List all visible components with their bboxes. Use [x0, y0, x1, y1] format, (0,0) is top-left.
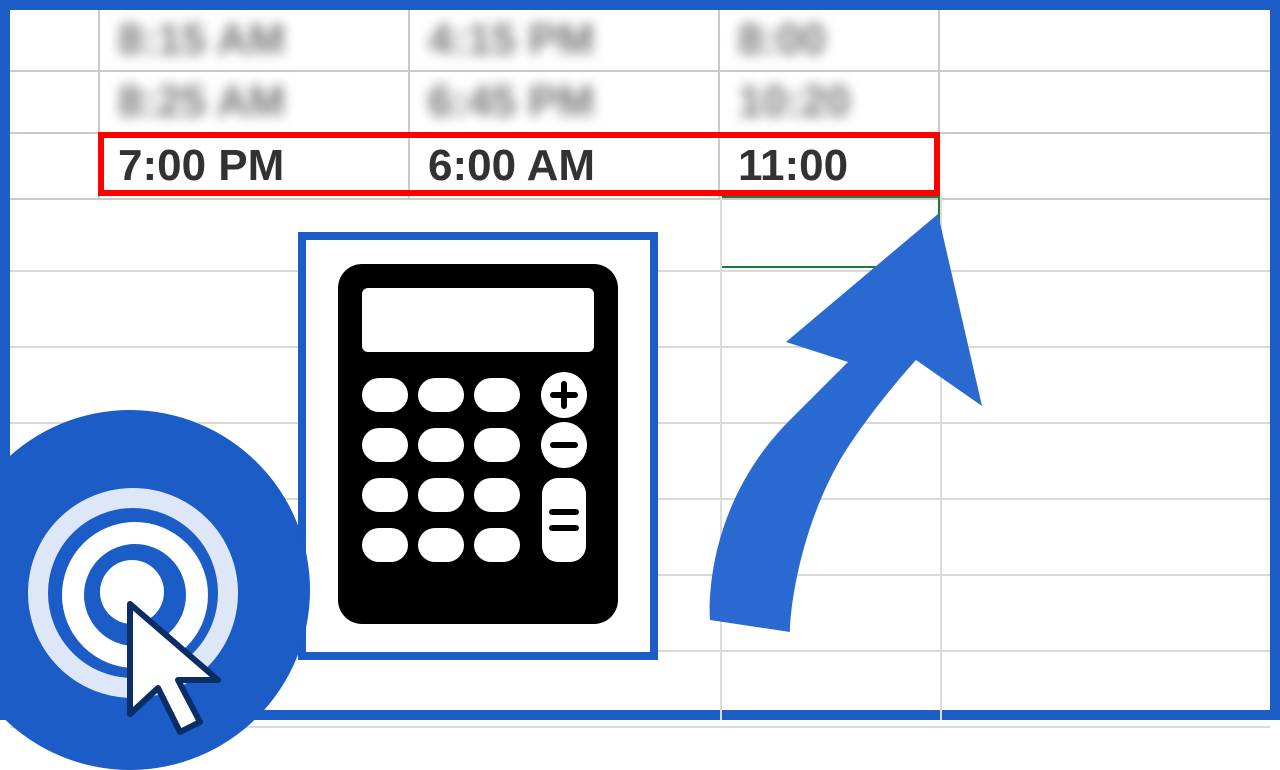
cell-start: 8:15 AM — [118, 15, 285, 65]
cell-start: 8:25 AM — [118, 77, 285, 127]
spreadsheet-area: 8:15 AM 4:15 PM 8:00 8:25 AM 6:45 PM 10:… — [10, 10, 1270, 710]
arrow-up-right-icon — [670, 190, 1030, 660]
cell-total: 11:00 — [738, 141, 848, 191]
table-row-highlighted: 7:00 PM 6:00 AM 11:00 — [10, 134, 1270, 200]
cell-end: 4:15 PM — [428, 15, 594, 65]
cell-start: 7:00 PM — [118, 141, 284, 191]
table-row: 8:15 AM 4:15 PM 8:00 — [10, 10, 1270, 72]
table-row: 8:25 AM 6:45 PM 10:20 — [10, 72, 1270, 134]
calculator-icon — [328, 254, 628, 639]
cell-total: 8:00 — [738, 15, 826, 65]
cursor-icon — [122, 598, 242, 753]
cell-end: 6:45 PM — [428, 77, 594, 127]
cell-end: 6:00 AM — [428, 141, 595, 191]
calculator-card — [298, 232, 658, 660]
cell-total: 10:20 — [738, 77, 851, 127]
